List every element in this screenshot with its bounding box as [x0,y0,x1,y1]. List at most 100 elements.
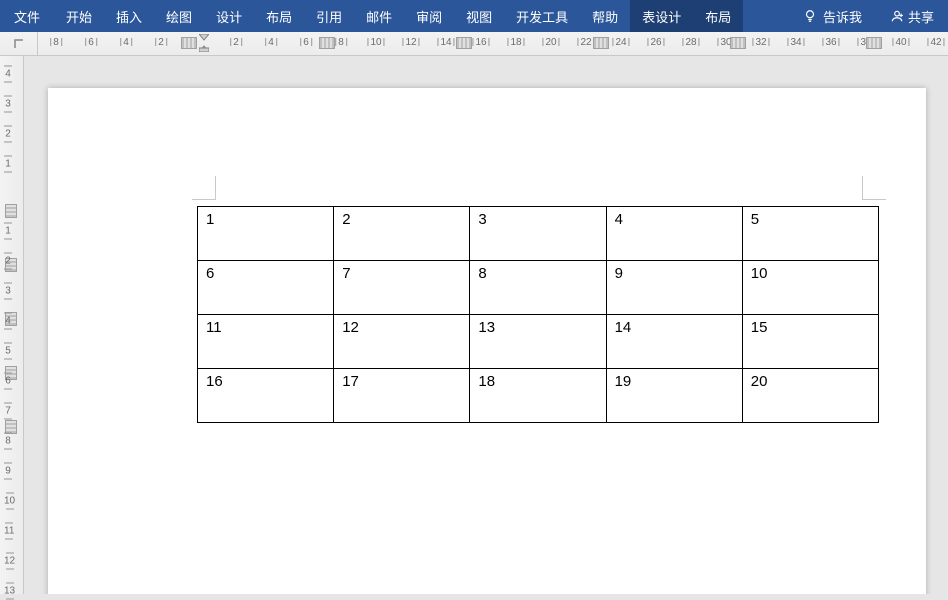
table-cell[interactable]: 8 [470,261,606,315]
table-cell[interactable]: 5 [742,207,878,261]
ruler-h-num: 26 [647,37,664,48]
ruler-h-num: 22 [577,37,594,48]
ruler-v-num: 13 [4,583,15,600]
ruler-h-num: 16 [472,37,489,48]
tell-me-label: 告诉我 [823,7,862,26]
tab-mailings[interactable]: 邮件 [354,0,404,32]
table-cell[interactable]: 12 [334,315,470,369]
tab-layout[interactable]: 布局 [254,0,304,32]
ribbon-spacer [743,0,789,32]
table-cell[interactable]: 18 [470,369,606,423]
tab-references[interactable]: 引用 [304,0,354,32]
ruler-h-num: 20 [542,37,559,48]
ruler-v-num: 12 [4,553,15,570]
ruler-v-num: 4 [4,313,12,330]
ruler-h-num: 18 [507,37,524,48]
tab-file[interactable]: 文件 [0,0,54,32]
tab-table-layout[interactable]: 布局 [693,0,743,32]
share-button[interactable]: 共享 [876,0,948,32]
tell-me-search[interactable]: 告诉我 [789,0,876,32]
ruler-v-num: 2 [4,126,12,143]
ruler-h-num: 4 [120,37,132,48]
ruler-v-num: 10 [4,493,15,510]
table-cell[interactable]: 2 [334,207,470,261]
table-cell[interactable]: 16 [198,369,334,423]
tab-view[interactable]: 视图 [454,0,504,32]
table-cell[interactable]: 13 [470,315,606,369]
table-cell[interactable]: 10 [742,261,878,315]
document-area[interactable]: 1 2 3 4 5 6 7 8 9 10 11 12 13 14 [24,56,948,594]
ruler-column-marker[interactable] [593,37,609,49]
ruler-h-num: 36 [822,37,839,48]
tab-insert[interactable]: 插入 [104,0,154,32]
table-cell[interactable]: 9 [606,261,742,315]
tab-draw[interactable]: 绘图 [154,0,204,32]
ruler-h-num: 14 [437,37,454,48]
ruler-v-num: 3 [4,96,12,113]
table-row[interactable]: 16 17 18 19 20 [198,369,879,423]
ruler-column-marker[interactable] [730,37,746,49]
table-cell[interactable]: 17 [334,369,470,423]
ruler-h-num: 32 [752,37,769,48]
ruler-h-num: 42 [927,37,944,48]
ribbon-tab-strip: 文件 开始 插入 绘图 设计 布局 引用 邮件 审阅 视图 开发工具 帮助 表设… [0,0,948,32]
ruler-h-num: 28 [682,37,699,48]
table-cell[interactable]: 7 [334,261,470,315]
ruler-h-num: 10 [367,37,384,48]
table-cell[interactable]: 6 [198,261,334,315]
ruler-v-num: 5 [4,343,12,360]
tab-design[interactable]: 设计 [204,0,254,32]
table-cell[interactable]: 20 [742,369,878,423]
tab-help[interactable]: 帮助 [580,0,630,32]
ruler-v-num: 11 [4,523,14,540]
ruler-v-num: 9 [4,463,12,480]
ruler-h-num: 4 [265,37,277,48]
ruler-v-row-marker[interactable] [5,204,17,218]
tab-review[interactable]: 审阅 [404,0,454,32]
ruler-v-num: 6 [4,373,12,390]
tab-table-design[interactable]: 表设计 [630,0,693,32]
first-line-indent-icon[interactable] [199,34,209,52]
margin-guide-icon [192,176,216,200]
ruler-corner [0,32,38,56]
lightbulb-icon [803,9,817,23]
ruler-v-num: 1 [4,156,12,173]
tab-developer[interactable]: 开发工具 [504,0,580,32]
share-label: 共享 [908,7,934,26]
table-cell[interactable]: 3 [470,207,606,261]
table-row[interactable]: 6 7 8 9 10 [198,261,879,315]
ruler-h-track: 8 6 4 2 2 4 6 8 10 12 14 16 18 20 22 24 … [38,32,948,56]
ruler-h-num: 34 [787,37,804,48]
ruler-v-num: 7 [4,403,12,420]
table-cell[interactable]: 11 [198,315,334,369]
table-cell[interactable]: 15 [742,315,878,369]
ruler-h-num: 8 [335,37,347,48]
table-row[interactable]: 11 12 13 14 15 [198,315,879,369]
workspace: 4 3 2 1 1 2 3 4 5 6 7 8 9 10 11 12 13 1 … [0,56,948,594]
vertical-ruler[interactable]: 4 3 2 1 1 2 3 4 5 6 7 8 9 10 11 12 13 [0,56,24,594]
document-table[interactable]: 1 2 3 4 5 6 7 8 9 10 11 12 13 14 [197,206,879,423]
tab-home[interactable]: 开始 [54,0,104,32]
table-cell[interactable]: 4 [606,207,742,261]
ruler-v-num: 2 [4,253,12,270]
ruler-h-num: 24 [612,37,629,48]
person-icon [890,9,904,23]
ruler-v-num: 3 [4,283,12,300]
ruler-column-marker[interactable] [456,37,472,49]
ruler-v-num: 8 [4,433,12,450]
margin-guide-icon [862,176,886,200]
ruler-h-num: 12 [402,37,419,48]
ruler-h-num: 2 [230,37,242,48]
ruler-v-num: 4 [4,66,12,83]
table-row[interactable]: 1 2 3 4 5 [198,207,879,261]
table-cell[interactable]: 19 [606,369,742,423]
page[interactable]: 1 2 3 4 5 6 7 8 9 10 11 12 13 14 [48,88,926,594]
ruler-column-marker[interactable] [319,37,335,49]
table-cell[interactable]: 14 [606,315,742,369]
ruler-v-num: 1 [4,223,12,240]
horizontal-ruler[interactable]: 8 6 4 2 2 4 6 8 10 12 14 16 18 20 22 24 … [0,32,948,56]
ruler-h-num: 6 [300,37,312,48]
table-cell[interactable]: 1 [198,207,334,261]
ruler-margin-marker[interactable] [181,37,197,49]
ruler-column-marker[interactable] [866,37,882,49]
